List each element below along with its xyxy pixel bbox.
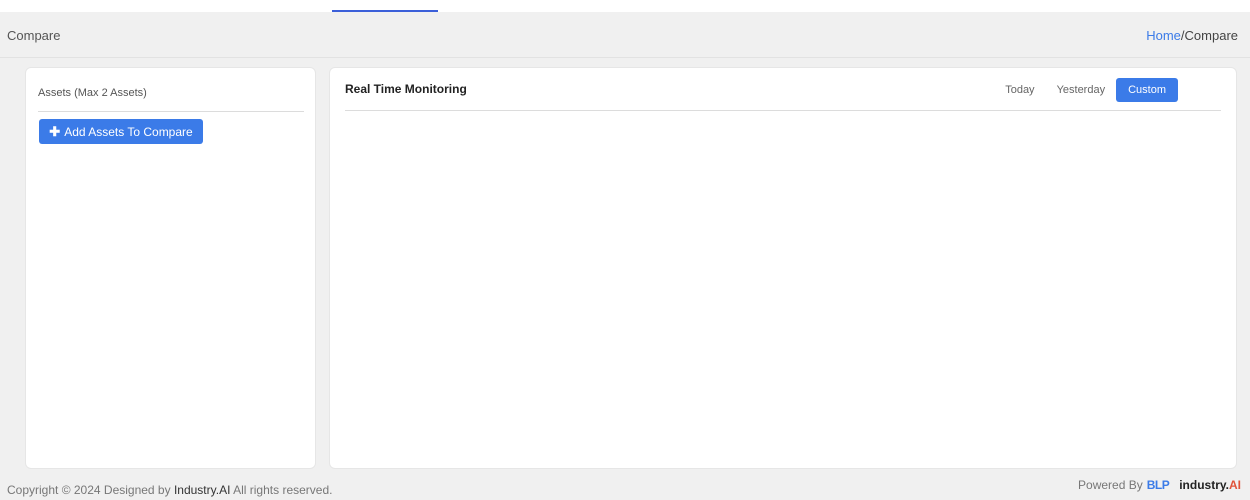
- add-assets-button-label: Add Assets To Compare: [64, 124, 193, 139]
- industry-logo-ai: AI: [1229, 478, 1241, 492]
- copyright-suffix: All rights reserved.: [233, 483, 333, 497]
- plus-icon: ✚: [49, 124, 61, 139]
- tab-today[interactable]: Today: [994, 79, 1045, 101]
- page-footer: Copyright © 2024 Designed by Industry.AI…: [0, 474, 1250, 500]
- industry-logo-text: industry.: [1179, 478, 1229, 492]
- industry-ai-logo: industry.AI: [1179, 478, 1241, 492]
- copyright-prefix: Copyright © 2024 Designed by: [7, 483, 171, 497]
- add-assets-button[interactable]: ✚ Add Assets To Compare: [39, 119, 203, 144]
- assets-panel-title: Assets (Max 2 Assets): [38, 87, 147, 99]
- powered-by-label: Powered By: [1078, 478, 1143, 492]
- assets-panel: Assets (Max 2 Assets) ✚ Add Assets To Co…: [25, 67, 316, 469]
- breadcrumb-home-link[interactable]: Home: [1146, 28, 1181, 43]
- footer-brand-link[interactable]: Industry.AI: [174, 483, 230, 497]
- copyright-text: Copyright © 2024 Designed by Industry.AI…: [7, 483, 332, 497]
- monitoring-panel-title: Real Time Monitoring: [345, 82, 467, 96]
- assets-panel-divider: [38, 111, 304, 112]
- top-nav-bar: [0, 0, 1250, 12]
- blp-logo: BLP: [1146, 478, 1170, 492]
- powered-by: Powered By BLP industry.AI: [1078, 478, 1241, 492]
- time-range-tabs: Today Yesterday Custom: [994, 78, 1178, 102]
- page-title: Compare: [7, 28, 61, 43]
- page-header: Compare Home/Compare: [0, 12, 1250, 58]
- monitoring-panel: Real Time Monitoring Today Yesterday Cus…: [329, 67, 1237, 469]
- tab-custom[interactable]: Custom: [1116, 78, 1178, 102]
- monitoring-panel-divider: [345, 110, 1221, 111]
- breadcrumb: Home/Compare: [1146, 28, 1238, 43]
- breadcrumb-current: Compare: [1184, 28, 1238, 43]
- tab-yesterday[interactable]: Yesterday: [1046, 79, 1117, 101]
